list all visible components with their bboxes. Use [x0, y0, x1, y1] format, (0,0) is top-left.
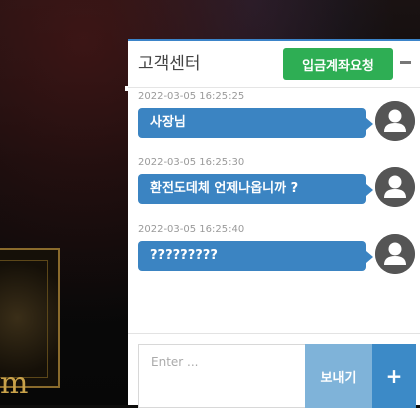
- message-list: 2022-03-05 16:25:25 사장님 2022-03-05 16:25…: [128, 91, 420, 331]
- message-time: 2022-03-05 16:25:30: [138, 157, 245, 168]
- user-avatar-icon: [375, 234, 415, 274]
- message-item: 2022-03-05 16:25:40 ?????????: [128, 224, 420, 284]
- message-bubble: 환전도데체 언제나옵니까 ?: [138, 174, 373, 204]
- message-time: 2022-03-05 16:25:25: [138, 91, 245, 102]
- message-bubble: 사장님: [138, 108, 373, 138]
- background-logo-letter: m: [0, 366, 29, 401]
- background-banner-frame: [0, 260, 48, 378]
- chat-panel: 고객센터 입금계좌요청 2022-03-05 16:25:25 사장님 2022…: [128, 39, 420, 408]
- message-item: 2022-03-05 16:25:25 사장님: [128, 91, 420, 151]
- message-bubble: ?????????: [138, 241, 373, 271]
- message-time: 2022-03-05 16:25:40: [138, 224, 245, 235]
- chat-input-area: 보내기 +: [128, 333, 420, 408]
- chat-title: 고객센터: [138, 54, 201, 74]
- chat-header: 고객센터 입금계좌요청: [128, 41, 420, 88]
- minus-icon[interactable]: [400, 52, 412, 68]
- deposit-account-request-button[interactable]: 입금계좌요청: [283, 48, 393, 80]
- user-avatar-icon: [375, 167, 415, 207]
- chat-message-input[interactable]: [138, 344, 306, 408]
- send-button[interactable]: 보내기: [305, 344, 372, 408]
- plus-icon[interactable]: +: [372, 344, 416, 408]
- user-avatar-icon: [375, 101, 415, 141]
- message-item: 2022-03-05 16:25:30 환전도데체 언제나옵니까 ?: [128, 157, 420, 217]
